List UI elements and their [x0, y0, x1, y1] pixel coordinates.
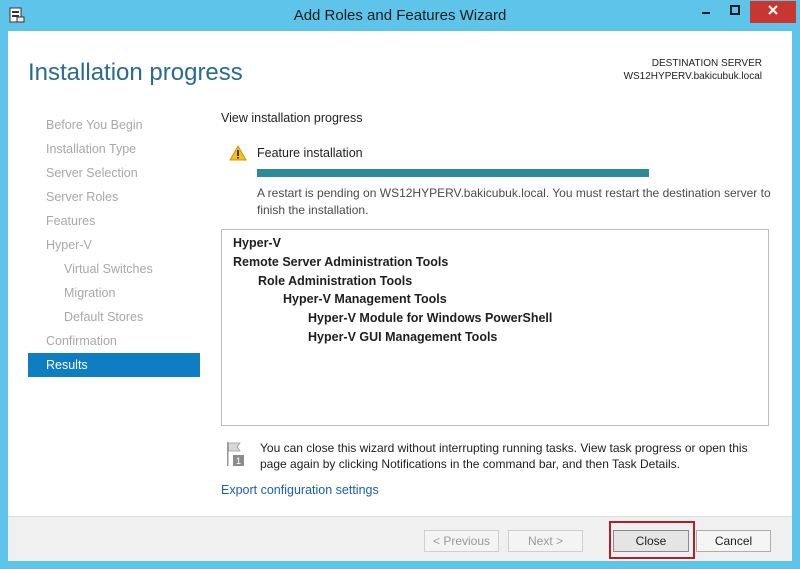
- nav-item-installation-type[interactable]: Installation Type: [28, 137, 200, 161]
- result-item-role-administration-tools: Role Administration Tools: [258, 273, 413, 288]
- notification-flag-icon: 1: [224, 440, 246, 468]
- nav-item-before-you-begin[interactable]: Before You Begin: [28, 113, 200, 137]
- cancel-button[interactable]: Cancel: [696, 530, 771, 552]
- progress-section: View installation progress Feature insta…: [221, 111, 776, 217]
- nav-item-server-selection[interactable]: Server Selection: [28, 161, 200, 185]
- maximize-icon: [729, 3, 741, 21]
- window-title: Add Roles and Features Wizard: [293, 7, 507, 24]
- section-label: View installation progress: [221, 111, 363, 125]
- wizard-window: Add Roles and Features Wizard Installati…: [0, 0, 800, 569]
- wizard-steps-nav: Before You Begin Installation Type Serve…: [28, 113, 200, 377]
- previous-button[interactable]: < Previous: [424, 530, 499, 552]
- result-item-remote-server-administration-tools: Remote Server Administration Tools: [233, 254, 449, 269]
- close-icon: [767, 3, 779, 21]
- title-bar[interactable]: Add Roles and Features Wizard: [0, 0, 800, 31]
- nav-item-default-stores[interactable]: Default Stores: [28, 305, 200, 329]
- restart-pending-message: A restart is pending on WS12HYPERV.bakic…: [257, 186, 771, 217]
- nav-item-virtual-switches[interactable]: Virtual Switches: [28, 257, 200, 281]
- export-configuration-link[interactable]: Export configuration settings: [221, 483, 379, 497]
- nav-item-results[interactable]: Results: [28, 353, 200, 377]
- nav-item-hyper-v[interactable]: Hyper-V: [28, 233, 200, 257]
- result-item-hyper-v-management-tools: Hyper-V Management Tools: [283, 292, 447, 307]
- window-close-button[interactable]: [750, 1, 796, 23]
- destination-server-label: DESTINATION SERVER: [651, 58, 762, 69]
- installation-progress-bar: [257, 169, 649, 177]
- feature-installation-row: Feature installation: [229, 144, 363, 161]
- wizard-footer: < Previous Next > Close Cancel: [8, 516, 792, 561]
- result-item-hyper-v: Hyper-V: [233, 236, 281, 250]
- maximize-button[interactable]: [721, 1, 749, 23]
- minimize-button[interactable]: [692, 1, 720, 23]
- feature-installation-label: Feature installation: [257, 146, 363, 160]
- nav-item-features[interactable]: Features: [28, 209, 200, 233]
- result-item-hyper-v-gui-management-tools: Hyper-V GUI Management Tools: [308, 329, 498, 344]
- close-button[interactable]: Close: [613, 530, 689, 552]
- warning-icon: [229, 144, 247, 161]
- notification-badge-count: 1: [236, 456, 241, 466]
- progress-bar-fill: [257, 169, 649, 177]
- next-button[interactable]: Next >: [508, 530, 583, 552]
- nav-item-migration[interactable]: Migration: [28, 281, 200, 305]
- notice-text: You can close this wizard without interr…: [260, 441, 748, 471]
- page-title: Installation progress: [28, 59, 243, 86]
- nav-item-server-roles[interactable]: Server Roles: [28, 185, 200, 209]
- destination-server-name: WS12HYPERV.bakicubuk.local: [623, 71, 762, 82]
- result-item-hyper-v-powershell-module: Hyper-V Module for Windows PowerShell: [308, 311, 553, 326]
- minimize-icon: [700, 3, 712, 21]
- results-list[interactable]: Hyper-V Remote Server Administration Too…: [221, 229, 769, 426]
- nav-item-confirmation[interactable]: Confirmation: [28, 329, 200, 353]
